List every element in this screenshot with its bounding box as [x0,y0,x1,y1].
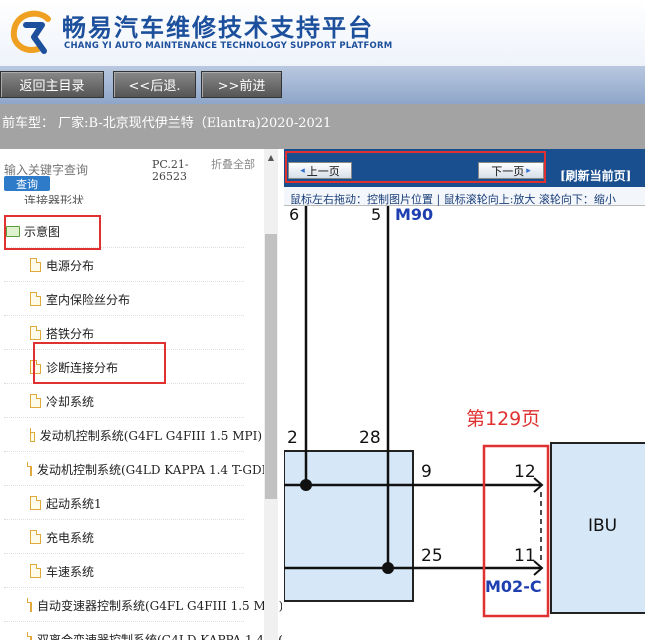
document-icon [30,292,41,306]
pin-label: 6 [289,206,299,224]
pin-label: 12 [514,462,536,482]
pin-label: 28 [359,428,381,448]
tree-item[interactable]: 自动变速器控制系统(G4FL G4FIII 1.5 MPI) [0,588,282,622]
car-model-text: 前车型： 厂家:B-北京现代伊兰特（Elantra)2020-2021 [2,116,332,131]
tree-item[interactable]: 车速系统 [0,554,262,588]
prev-page-label: 上一页 [306,164,340,178]
hint-bar: 鼠标左右拖动：控制图片位置 | 鼠标滚轮向上:放大 滚轮向下：缩小 [284,187,645,206]
right-arrow-icon: ▸ [526,165,531,176]
document-icon [30,326,41,340]
main-toolbar: 返回主目录 <<后退. >>前进 [0,66,645,104]
connector-box [284,450,414,602]
junction-dot [382,562,394,574]
tree-item-label: 室内保险丝分布 [46,292,131,307]
wiring-diagram[interactable]: 6 5 M90 2 28 9 12 25 11 IBU M02-C 第129页 [284,206,645,640]
tree-item-label: 电源分布 [46,258,95,273]
refresh-page-link[interactable]: [刷新当前页] [560,167,631,184]
junction-dot [300,479,312,491]
car-info-bar: 前车型： 厂家:B-北京现代伊兰特（Elantra)2020-2021 [0,104,645,149]
tree-item-label: 发动机控制系统(G4FL G4FIII 1.5 MPI) [39,428,262,443]
tree-item[interactable]: 发动机控制系统(G4FL G4FIII 1.5 MPI) [0,418,262,452]
tree-item-label: 搭铁分布 [46,326,95,341]
tree-item-label: 诊断连接分布 [46,360,119,375]
tree-item-label: 双离合变速器控制系统(G4LD KAPPA 1.4 T-GDI) [37,632,282,640]
next-page-button[interactable]: 下一页 ▸ [478,162,544,179]
diagram-viewer: ◂ 上一页 下一页 ▸ [刷新当前页] 鼠标左右拖动：控制图片位置 | 鼠标滚轮… [284,149,645,640]
app-title: 畅易汽车维修技术支持平台 [62,14,374,42]
pin-label: 25 [421,546,443,566]
tree-item[interactable]: 搭铁分布 [0,316,262,350]
document-icon [29,428,35,442]
left-arrow-icon: ◂ [300,165,305,176]
tree-item[interactable]: 冷却系统 [0,384,262,418]
back-button[interactable]: <<后退. [113,71,196,98]
tree-item-label: 起动系统1 [46,496,102,511]
home-button[interactable]: 返回主目录 [0,71,104,98]
tree-item-label: 发动机控制系统(G4LD KAPPA 1.4 T-GDI) [37,462,272,477]
tree-item[interactable]: 电源分布 [0,248,262,282]
tree-item-label: 冷却系统 [46,394,95,409]
tree-folder-label: 示意图 [24,224,61,239]
document-icon [30,258,41,272]
forward-button[interactable]: >>前进 [201,71,282,98]
tree-view: 示意图 电源分布 室内保险丝分布 搭铁分布 诊断连接分布 冷却系统 发动机控制系… [0,214,282,640]
search-button[interactable]: 查询 [4,176,50,191]
folder-open-icon [6,225,20,237]
page-nav-bar: ◂ 上一页 下一页 ▸ [刷新当前页] [284,149,645,187]
tree-item-label: 车速系统 [46,564,95,579]
document-icon [30,564,41,578]
sidebar-scrollbar[interactable]: ▲ [264,149,278,640]
pc-code: PC.21-26523 [152,158,189,183]
tree-item[interactable]: 起动系统1 [0,486,262,520]
document-icon [27,632,32,640]
tree-folder-schematic[interactable]: 示意图 [0,214,262,248]
connector-label-m90: M90 [395,206,433,224]
app-subtitle: CHANG YI AUTO MAINTENANCE TECHNOLOGY SUP… [64,41,393,51]
pin-label: 9 [421,462,432,482]
document-icon [30,496,41,510]
cy-logo-icon [10,10,51,54]
sidebar: 查询 PC.21-26523 折叠全部 连接器形状 示意图 电源分布 室内保险丝… [0,149,282,640]
tree-item-label: 充电系统 [46,530,95,545]
app-header: 畅易汽车维修技术支持平台 CHANG YI AUTO MAINTENANCE T… [0,0,645,66]
scroll-thumb[interactable] [265,234,277,499]
tree-item-label: 自动变速器控制系统(G4FL G4FIII 1.5 MPI) [37,598,282,613]
document-icon [27,598,32,612]
tree-item[interactable]: 发动机控制系统(G4LD KAPPA 1.4 T-GDI) [0,452,271,486]
document-icon [27,462,32,476]
pin-label: 11 [514,546,536,566]
hint-text: 鼠标左右拖动：控制图片位置 | 鼠标滚轮向上:放大 滚轮向下：缩小 [290,193,616,206]
connector-label-m02c: M02-C [485,577,542,596]
collapse-all-link[interactable]: 折叠全部 [211,159,255,171]
scroll-up-arrow-icon[interactable]: ▲ [264,153,278,163]
document-icon [30,360,41,374]
partial-tree-item[interactable]: 连接器形状 [24,192,84,204]
ibu-label: IBU [588,516,617,536]
next-page-label: 下一页 [491,164,525,178]
pin-label: 5 [371,206,381,224]
pin-label: 2 [287,428,298,448]
document-icon [30,530,41,544]
tree-item[interactable]: 双离合变速器控制系统(G4LD KAPPA 1.4 T-GDI) [0,622,282,640]
prev-page-button[interactable]: ◂ 上一页 [288,162,352,179]
tree-item[interactable]: 充电系统 [0,520,262,554]
tree-item-diagnostic[interactable]: 诊断连接分布 [0,350,262,384]
tree-item[interactable]: 室内保险丝分布 [0,282,262,316]
document-icon [30,394,41,408]
page-number-annotation: 第129页 [466,408,540,430]
